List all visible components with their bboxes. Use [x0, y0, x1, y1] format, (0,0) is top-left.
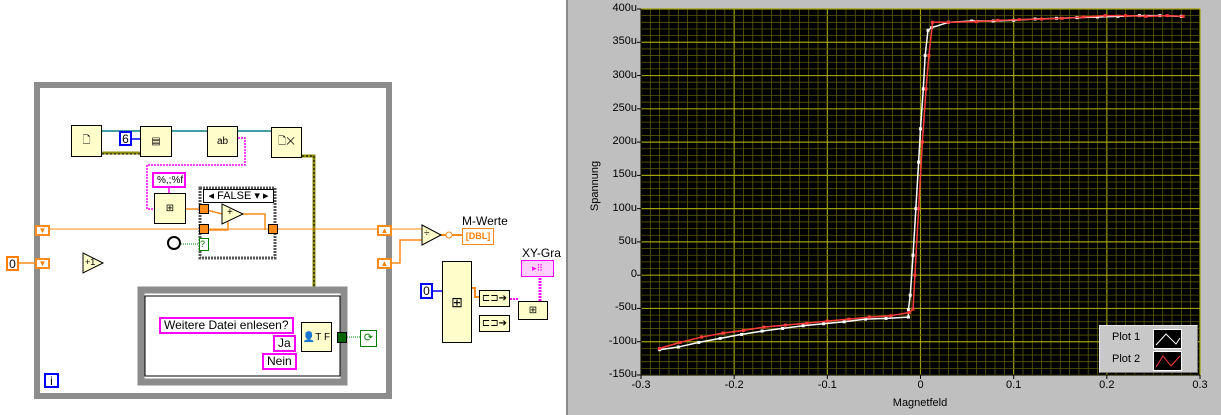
data-point-plot-2	[700, 335, 704, 339]
data-point-plot-2	[1060, 16, 1064, 20]
legend-label: Plot 1	[1112, 331, 1141, 343]
legend-item-plot-1[interactable]: Plot 1	[1100, 328, 1197, 349]
data-point-plot-2	[913, 273, 917, 277]
y-tick-label: 50u	[618, 234, 637, 247]
x-tick-label: 0	[917, 379, 924, 391]
data-point-plot-1	[781, 326, 785, 330]
data-point-plot-1	[740, 332, 744, 336]
data-point-plot-2	[658, 346, 662, 350]
data-point-plot-1	[917, 160, 921, 164]
data-point-plot-2	[1165, 14, 1169, 18]
x-tick-label: -0.2	[724, 379, 744, 391]
y-axis-label: Spannung	[589, 160, 601, 212]
data-point-plot-2	[762, 325, 766, 329]
data-point-plot-2	[920, 140, 924, 144]
y-tick-label: 0	[630, 268, 637, 281]
data-point-plot-1	[676, 345, 680, 349]
data-point-plot-2	[805, 321, 809, 325]
data-point-plot-1	[760, 329, 764, 333]
data-point-plot-1	[718, 336, 722, 340]
data-point-plot-2	[931, 20, 935, 24]
x-tick-label: -0.1	[817, 379, 837, 391]
data-point-plot-1	[914, 207, 918, 211]
data-point-plot-1	[908, 293, 912, 297]
data-point-plot-2	[721, 331, 725, 335]
data-point-plot-1	[919, 127, 922, 131]
legend-swatch-plot-1	[1153, 329, 1182, 349]
data-point-plot-1	[911, 253, 915, 257]
data-point-plot-2	[911, 307, 915, 311]
y-tick-label: 300u	[612, 68, 637, 81]
data-point-plot-2	[924, 87, 928, 91]
data-point-plot-2	[907, 310, 911, 314]
data-point-plot-2	[974, 20, 978, 24]
x-tick-label: 0.3	[1192, 379, 1208, 391]
data-point-plot-2	[1040, 17, 1044, 21]
y-tick-label: -50u	[614, 301, 637, 314]
data-point-plot-2	[946, 20, 950, 24]
data-point-plot-1	[923, 54, 927, 58]
data-point-plot-1	[822, 322, 826, 326]
x-tick-label: -0.3	[631, 379, 651, 391]
data-point-plot-2	[996, 18, 1000, 22]
data-point-plot-2	[1123, 14, 1127, 18]
y-tick-label: 350u	[612, 35, 637, 48]
data-point-plot-2	[1103, 14, 1107, 18]
plot-legend[interactable]: Plot 1 Plot 2	[1099, 325, 1198, 373]
data-point-plot-1	[842, 320, 846, 324]
data-point-plot-1	[801, 324, 805, 328]
legend-label: Plot 2	[1112, 353, 1141, 365]
legend-swatch-plot-2	[1153, 351, 1182, 371]
data-point-plot-2	[825, 319, 829, 323]
y-tick-label: 250u	[612, 101, 637, 114]
data-point-plot-1	[906, 308, 910, 312]
data-point-plot-2	[678, 340, 682, 344]
data-point-plot-2	[867, 315, 871, 319]
y-tick-label: 200u	[612, 135, 637, 148]
data-point-plot-1	[921, 87, 925, 91]
data-point-plot-1	[697, 340, 701, 344]
data-point-plot-1	[926, 28, 930, 32]
data-point-plot-2	[917, 207, 921, 211]
data-point-plot-2	[1144, 14, 1148, 18]
data-point-plot-2	[783, 323, 787, 327]
x-axis-label: Magnetfeld	[892, 397, 948, 409]
y-tick-label: 400u	[612, 2, 637, 14]
data-point-plot-2	[847, 317, 851, 321]
data-point-plot-2	[1181, 14, 1185, 18]
x-tick-label: 0.1	[1006, 379, 1022, 391]
legend-item-plot-2[interactable]: Plot 2	[1100, 350, 1197, 371]
y-tick-label: -100u	[608, 334, 637, 347]
data-point-plot-2	[1082, 15, 1086, 19]
data-point-plot-2	[927, 54, 931, 58]
x-tick-label: 0.2	[1099, 379, 1115, 391]
data-point-plot-2	[889, 314, 893, 318]
data-point-plot-1	[884, 316, 888, 320]
data-point-plot-2	[741, 328, 745, 332]
data-point-plot-2	[1017, 18, 1021, 22]
data-point-plot-1	[906, 315, 910, 319]
